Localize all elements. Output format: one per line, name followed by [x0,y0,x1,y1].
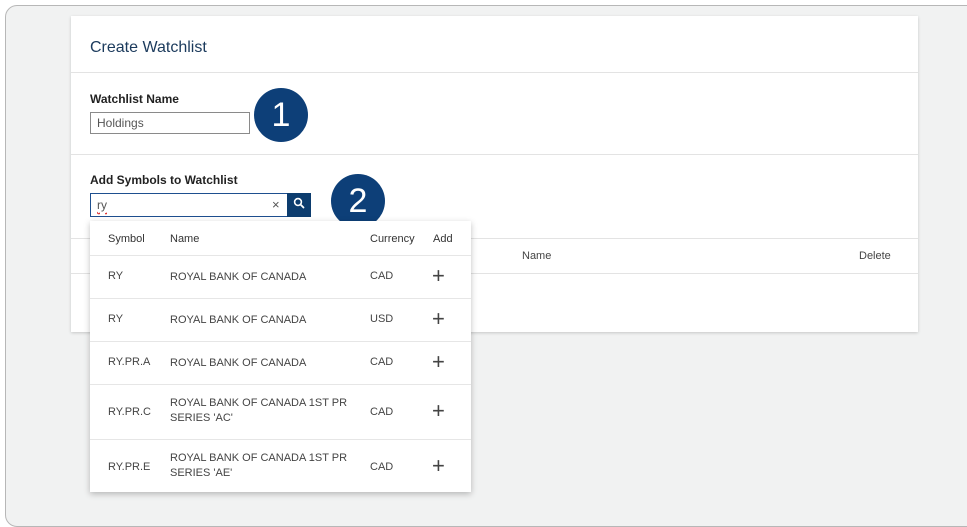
result-currency: CAD [370,406,394,418]
result-name: ROYAL BANK OF CANADA [170,271,307,283]
result-symbol: RY [108,270,124,282]
results-header: Symbol Name Currency Add [90,221,471,255]
search-icon [293,196,305,214]
symbol-search-input[interactable]: ry × [90,193,288,217]
result-currency: CAD [370,461,394,473]
result-row[interactable]: RY.PR.A ROYAL BANK OF CANADA CAD + [90,341,471,384]
result-row[interactable]: RY ROYAL BANK OF CANADA CAD + [90,255,471,298]
add-symbols-label: Add Symbols to Watchlist [90,173,238,187]
column-header-delete: Delete [859,250,891,262]
search-input-value: ry [97,198,107,212]
column-header-currency: Currency [370,233,415,245]
result-name: ROYAL BANK OF CANADA 1ST PR SERIES 'AE' [170,452,348,479]
divider [71,72,918,73]
symbol-search-results: Symbol Name Currency Add RY ROYAL BANK O… [90,221,471,492]
result-row[interactable]: RY.PR.C ROYAL BANK OF CANADA 1ST PR SERI… [90,384,471,439]
divider [71,154,918,155]
search-button[interactable] [287,193,311,217]
result-symbol: RY [108,313,124,325]
result-name: ROYAL BANK OF CANADA [170,357,307,369]
watchlist-name-input[interactable] [90,112,250,134]
plus-icon[interactable]: + [432,455,445,477]
close-icon[interactable]: × [272,197,280,212]
watchlist-name-label: Watchlist Name [90,92,179,106]
callout-badge-1: 1 [254,88,308,142]
plus-icon[interactable]: + [432,308,445,330]
column-header-name: Name [170,233,200,245]
column-header-name: Name [522,250,552,262]
column-header-symbol: Symbol [108,233,145,245]
column-header-add: Add [433,233,453,245]
page-title: Create Watchlist [90,39,207,56]
plus-icon[interactable]: + [432,400,445,422]
result-name: ROYAL BANK OF CANADA [170,314,307,326]
result-currency: USD [370,313,394,325]
result-currency: CAD [370,356,394,368]
plus-icon[interactable]: + [432,265,445,287]
result-symbol: RY.PR.C [108,406,152,418]
callout-badge-2: 2 [331,174,385,228]
result-name: ROYAL BANK OF CANADA 1ST PR SERIES 'AC' [170,397,348,424]
result-currency: CAD [370,270,394,282]
result-symbol: RY.PR.E [108,461,151,473]
plus-icon[interactable]: + [432,351,445,373]
result-row[interactable]: RY ROYAL BANK OF CANADA USD + [90,298,471,341]
result-row[interactable]: RY.PR.E ROYAL BANK OF CANADA 1ST PR SERI… [90,439,471,494]
result-symbol: RY.PR.A [108,356,151,368]
